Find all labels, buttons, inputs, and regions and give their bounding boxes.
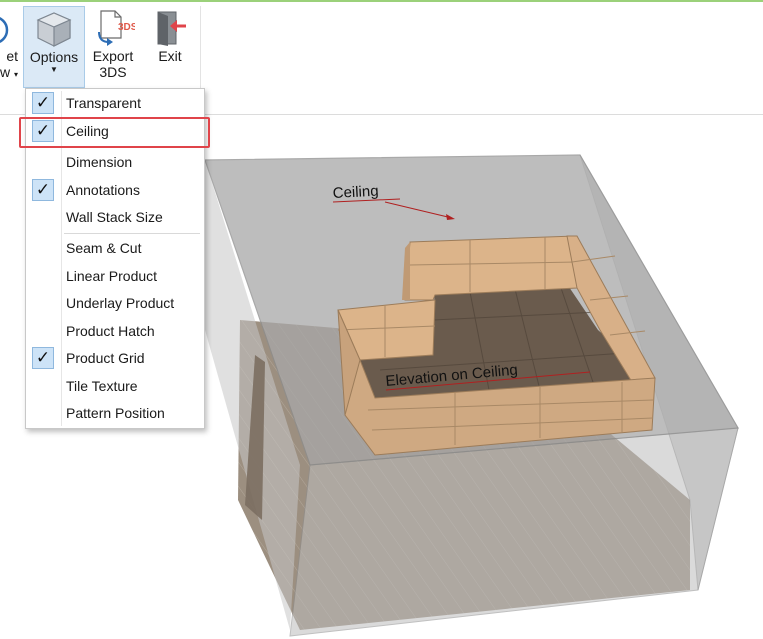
annotation-ceiling-label: Ceiling — [332, 183, 379, 202]
ceiling-highlight-box — [19, 117, 210, 148]
menu-item-pattern-position[interactable]: Pattern Position — [26, 400, 204, 426]
options-button[interactable]: Options ▼ — [23, 6, 85, 88]
menu-item-label: Tile Texture — [66, 378, 138, 394]
svg-text:3DS: 3DS — [118, 22, 135, 33]
menu-item-label: Annotations — [66, 182, 140, 198]
menu-separator — [64, 233, 200, 234]
checkmark-icon: ✓ — [32, 179, 54, 201]
menu-item-label: Product Hatch — [66, 323, 155, 339]
ribbon-accent-bar — [0, 0, 763, 2]
ribbon-separator — [200, 6, 201, 88]
menu-item-label: Linear Product — [66, 268, 158, 284]
menu-item-product-grid[interactable]: ✓ Product Grid — [26, 345, 204, 371]
exit-icon — [157, 11, 186, 46]
menu-item-label: Pattern Position — [66, 405, 165, 421]
menu-item-wall-stack-size[interactable]: Wall Stack Size — [26, 204, 204, 230]
checkmark-icon: ✓ — [32, 347, 54, 369]
menu-item-seam-cut[interactable]: Seam & Cut — [26, 235, 204, 261]
export-label-line1: Export — [92, 48, 134, 64]
exit-button[interactable]: Exit — [146, 6, 194, 90]
reset-view-icon — [0, 17, 9, 43]
menu-item-label: Transparent — [66, 95, 141, 111]
menu-item-underlay-product[interactable]: Underlay Product — [26, 290, 204, 316]
menu-item-linear-product[interactable]: Linear Product — [26, 263, 204, 289]
export-3ds-icon: 3DS — [98, 10, 135, 46]
reset-view-label-line1: et — [6, 48, 18, 64]
export-3ds-button[interactable]: 3DS Export 3DS — [88, 6, 138, 90]
reset-view-button[interactable]: et w ▾ — [0, 6, 20, 90]
options-label: Options — [29, 49, 79, 65]
menu-item-tile-texture[interactable]: Tile Texture — [26, 373, 204, 399]
export-label-line2: 3DS — [99, 64, 127, 80]
menu-item-label: Underlay Product — [66, 295, 175, 311]
reset-view-label-line2: w ▾ — [0, 64, 18, 80]
menu-item-dimension[interactable]: Dimension — [26, 149, 204, 175]
menu-item-label: Dimension — [66, 154, 133, 170]
checkmark-icon: ✓ — [32, 92, 54, 114]
cube-icon — [36, 12, 72, 47]
exit-label: Exit — [158, 48, 182, 64]
menu-item-label: Product Grid — [66, 350, 145, 366]
menu-item-annotations[interactable]: ✓ Annotations — [26, 177, 204, 203]
menu-item-label: Wall Stack Size — [66, 209, 163, 225]
menu-item-product-hatch[interactable]: Product Hatch — [26, 318, 204, 344]
menu-item-label: Seam & Cut — [66, 240, 142, 256]
menu-item-transparent[interactable]: ✓ Transparent — [26, 90, 204, 116]
chevron-down-icon: ▼ — [50, 65, 58, 74]
